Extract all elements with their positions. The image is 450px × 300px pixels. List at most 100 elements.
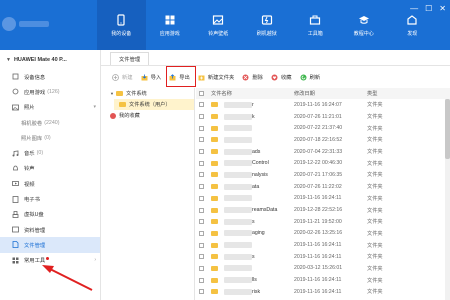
checkbox-box[interactable] [199,265,204,271]
sidebar-item[interactable]: 照片 ▾ [0,100,100,115]
sidebar-item[interactable]: 电子书 [0,191,100,206]
header-type[interactable]: 类型 [367,90,437,97]
delete-button[interactable]: 删除 [239,71,266,83]
new-button[interactable]: 新建 [109,71,136,83]
row-checkbox[interactable] [196,195,207,201]
row-checkbox[interactable] [196,242,207,248]
table-row[interactable]: k 2020-07-26 11:21:01 文件夹 [196,111,450,123]
table-row[interactable]: risk 2019-11-16 16:24:11 文件夹 [196,286,450,298]
table-row[interactable]: nalysis 2020-07-21 17:06:35 文件夹 [196,169,450,181]
sidebar-item[interactable]: 资料管理 [0,222,100,237]
checkbox-box[interactable] [199,125,204,131]
favorite-button[interactable]: 收藏 [268,71,295,83]
chevron-down-icon[interactable]: ▾ [93,104,96,110]
sidebar-item[interactable]: 音乐 (0) [0,145,100,160]
row-checkbox[interactable] [196,137,207,143]
table-row[interactable]: r 2019-11-16 16:24:07 文件夹 [196,99,450,111]
minimize-button[interactable]: — [410,4,418,13]
checkbox-box[interactable] [199,91,204,96]
sidebar-item[interactable]: 文件管理 [0,237,100,253]
tree-node-favorites[interactable]: 我的收藏 [101,110,194,121]
checkbox-box[interactable] [199,184,204,190]
row-checkbox[interactable] [196,160,207,166]
table-row[interactable]: aging 2020-02-26 13:25:16 文件夹 [196,228,450,240]
sidebar-item[interactable]: 相机胶卷 (2240) [0,115,100,130]
row-checkbox[interactable] [196,230,207,236]
checkbox-box[interactable] [199,289,204,295]
tree-node-user[interactable]: 文件系统（用户） [114,99,194,110]
row-checkbox[interactable] [196,125,207,131]
close-button[interactable]: ✕ [439,4,446,13]
nav-item-wallpaper[interactable]: 铃声壁纸 [194,0,243,50]
sidebar-item[interactable]: 常用工具 › [0,253,100,268]
table-row[interactable]: lls 2019-11-16 16:24:11 文件夹 [196,274,450,286]
checkbox-box[interactable] [199,149,204,155]
file-date: 2019-11-16 16:24:07 [294,101,342,108]
device-selector[interactable]: ▼ HUAWEI Mate 40 P... [0,50,100,69]
checkbox-box[interactable] [199,219,204,225]
checkbox-box[interactable] [199,195,204,201]
table-row[interactable]: s 2019-11-16 16:24:11 文件夹 [196,251,450,263]
row-checkbox[interactable] [196,254,207,260]
table-row[interactable]: 2020-07-22 21:37:40 文件夹 [196,122,450,134]
table-row[interactable]: 2020-03-12 15:26:01 文件夹 [196,263,450,275]
checkbox-box[interactable] [199,160,204,166]
table-row[interactable]: s 2019-11-21 19:52:00 文件夹 [196,216,450,228]
nav-item-tutorial[interactable]: 教程中心 [340,0,389,50]
file-date: 2019-11-16 16:24:11 [294,195,342,202]
row-checkbox[interactable] [196,207,207,213]
file-name-cell: ads [207,148,294,155]
row-checkbox[interactable] [196,172,207,178]
sidebar-item[interactable]: 应用游戏 (126) [0,84,100,99]
checkbox-box[interactable] [199,207,204,213]
row-checkbox[interactable] [196,102,207,108]
new-folder-button[interactable]: 新建文件夹 [195,71,238,83]
nav-item-apps[interactable]: 应用游戏 [146,0,195,50]
row-checkbox[interactable] [196,149,207,155]
file-date: 2019-11-16 16:24:11 [294,242,342,249]
import-button[interactable]: 导入 [138,71,165,83]
checkbox-box[interactable] [199,230,204,236]
tab-file-manager[interactable]: 文件管理 [110,52,150,65]
sidebar-item[interactable]: 视频 [0,176,100,191]
row-checkbox[interactable] [196,184,207,190]
table-row[interactable]: Control 2019-12-22 00:46:30 文件夹 [196,157,450,169]
checkbox-box[interactable] [199,172,204,178]
row-checkbox[interactable] [196,265,207,271]
checkbox-box[interactable] [199,137,204,143]
nav-item-phone[interactable]: 我的设备 [97,0,146,50]
file-name-cell [207,265,294,272]
checkbox-box[interactable] [199,242,204,248]
checkbox-box[interactable] [199,277,204,283]
sidebar-item[interactable]: 设备信息 [0,69,100,84]
row-checkbox[interactable] [196,277,207,283]
avatar[interactable] [2,17,16,31]
nav-item-flash[interactable]: 刷机越狱 [243,0,292,50]
sidebar-item[interactable]: 铃声 [0,161,100,176]
checkbox-box[interactable] [199,102,204,108]
table-row[interactable]: 2019-11-16 16:24:11 文件夹 [196,193,450,205]
blurred-name [224,148,252,155]
header-name[interactable]: 文件名称 [207,90,294,97]
header-date[interactable]: 修改日期 [294,90,367,97]
table-row[interactable]: reamsData 2019-12-28 22:52:16 文件夹 [196,204,450,216]
row-checkbox[interactable] [196,219,207,225]
refresh-button[interactable]: 刷新 [297,71,324,83]
user-account-area[interactable] [2,15,80,33]
checkbox-box[interactable] [199,114,204,120]
table-row[interactable]: ata 2020-07-26 11:22:02 文件夹 [196,181,450,193]
table-row[interactable]: 2019-11-16 16:24:11 文件夹 [196,239,450,251]
row-checkbox[interactable] [196,114,207,120]
maximize-button[interactable]: ☐ [425,4,432,13]
checkbox-box[interactable] [199,254,204,260]
sidebar-item[interactable]: 虚拟U盘 [0,207,100,222]
table-row[interactable]: 2020-07-18 22:16:52 文件夹 [196,134,450,146]
nav-item-toolbox[interactable]: 工具箱 [291,0,340,50]
row-checkbox[interactable] [196,289,207,295]
chevron-right-icon[interactable]: › [94,257,96,263]
select-all-checkbox[interactable] [196,91,207,96]
table-row[interactable]: ads 2020-07-04 22:31:33 文件夹 [196,146,450,158]
tree-node-root[interactable]: ▼ 文件系统 [101,88,194,99]
sidebar-item[interactable]: 照片图库 (0) [0,130,100,145]
scrollbar-thumb[interactable] [445,99,450,159]
